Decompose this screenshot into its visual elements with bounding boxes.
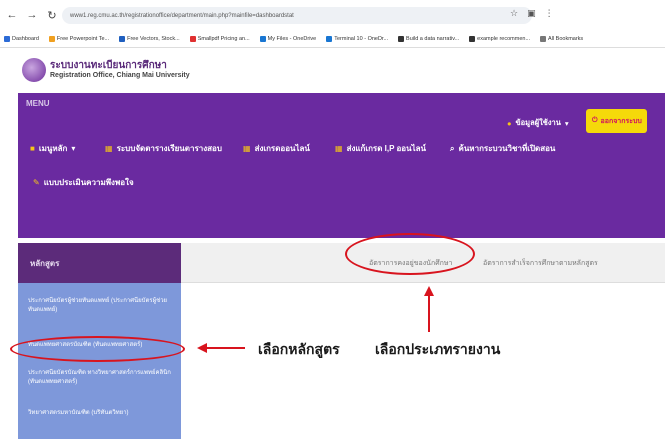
folder-icon [540, 35, 547, 42]
menu-item-survey[interactable]: ✎ แบบประเมินความพึงพอใจ [33, 176, 134, 189]
course-item[interactable]: วิทยาศาสตรมหาบัณฑิต (บริทันตวิทยา) [28, 409, 178, 418]
chevron-down-icon: ▾ [71, 144, 76, 153]
calendar-icon: ▦ [243, 144, 251, 153]
arrow-shaft [205, 347, 245, 349]
main-menu: MENU [18, 93, 665, 238]
menu-icon[interactable]: ⋮ [545, 8, 554, 19]
menu-item-grade-online[interactable]: ▦ ส่งเกรดออนไลน์ [243, 142, 310, 155]
chevron-down-icon: ▾ [564, 118, 569, 128]
power-icon: ⏻ [592, 117, 598, 124]
site-header: ระบบงานทะเบียนการศึกษา Registration Offi… [0, 49, 665, 93]
reload-icon[interactable]: ↻ [44, 7, 60, 23]
course-panel-title: หลักสูตร [30, 259, 60, 268]
bookmark-icon [4, 35, 10, 42]
bookmark-item[interactable]: Build a data narrativ... [398, 35, 459, 42]
bookmark-icon [398, 35, 405, 42]
browser-window: ← → ↻ www1.reg.cmu.ac.th/registrationoff… [0, 0, 665, 439]
course-item[interactable]: ประกาศนียบัตรบัณฑิต ทางวิทยาศาสตร์การแพท… [28, 369, 178, 387]
university-logo [22, 58, 46, 82]
search-icon: ⌕ [450, 143, 455, 153]
bookmark-item[interactable]: Smallpdf Pricing an... [189, 35, 250, 42]
bookmark-item[interactable]: Dashboard [4, 35, 39, 42]
bookmark-icon [259, 35, 266, 42]
arrow-left-icon [197, 343, 207, 353]
bookmark-icon [326, 35, 333, 42]
annotation-select-report: เลือกประเภทรายงาน [375, 341, 501, 357]
bookmark-item[interactable]: My Files - OneDrive [259, 35, 316, 42]
bookmark-item[interactable]: Free Powerpoint Te... [48, 35, 109, 42]
bookmark-item[interactable]: Free Vectors, Stock... [119, 35, 180, 42]
annotation-select-course: เลือกหลักสูตร [258, 341, 340, 357]
folder-icon: ■ [30, 144, 35, 153]
highlight-report-ellipse [345, 233, 475, 275]
site-subtitle: Registration Office, Chiang Mai Universi… [50, 72, 190, 79]
tab-graduation-rate[interactable]: อัตราการสำเร็จการศึกษาตามหลักสูตร [483, 258, 598, 269]
bookmarks-bar: Dashboard Free Powerpoint Te... Free Vec… [0, 30, 665, 48]
logout-button[interactable]: ⏻ ออกจากระบบ [586, 109, 647, 133]
forward-icon[interactable]: → [24, 7, 40, 23]
user-icon: ● [507, 118, 512, 128]
star-icon[interactable]: ☆ [510, 8, 518, 19]
pencil-icon: ✎ [33, 178, 40, 187]
menu-item-schedule[interactable]: ▦ ระบบจัดตารางเรียนตารางสอบ [105, 142, 222, 155]
course-item[interactable]: ประกาศนียบัตรผู้ช่วยทันตแพทย์ (ประกาศนีย… [28, 297, 178, 315]
highlight-course-ellipse [10, 336, 185, 362]
bookmark-icon [189, 35, 196, 42]
course-panel-header: หลักสูตร [18, 243, 181, 283]
site-title: ระบบงานทะเบียนการศึกษา [50, 60, 167, 71]
bookmark-item[interactable]: Terminal 10 - OneDr... [326, 35, 388, 42]
calendar-icon: ▦ [335, 144, 343, 153]
user-menu[interactable]: ● ข้อมูลผู้ใช้งาน ▾ [507, 117, 569, 129]
bookmark-icon [119, 35, 126, 42]
menu-item-grade-fix[interactable]: ▦ ส่งแก้เกรด I,P ออนไลน์ [335, 142, 426, 155]
menu-item-main[interactable]: ■ เมนูหลัก ▾ [30, 142, 75, 155]
bookmark-item[interactable]: All Bookmarks [540, 35, 583, 42]
arrow-shaft [428, 294, 430, 332]
bookmark-item[interactable]: example recommen... [469, 35, 530, 42]
url-text: www1.reg.cmu.ac.th/registrationoffice/de… [70, 12, 294, 19]
url-bar[interactable]: www1.reg.cmu.ac.th/registrationoffice/de… [62, 7, 532, 24]
bookmark-icon [48, 35, 55, 42]
arrow-up-icon [424, 286, 434, 296]
calendar-icon: ▦ [105, 144, 113, 153]
menu-label: MENU [26, 99, 50, 108]
browser-toolbar-icons: ☆ ▣ ⋮ [510, 8, 554, 19]
menu-item-course-search[interactable]: ⌕ ค้นหากระบวนวิชาที่เปิดสอน [450, 142, 555, 155]
extension-icon[interactable]: ▣ [527, 8, 536, 19]
back-icon[interactable]: ← [4, 7, 20, 23]
bookmark-icon [469, 35, 476, 42]
